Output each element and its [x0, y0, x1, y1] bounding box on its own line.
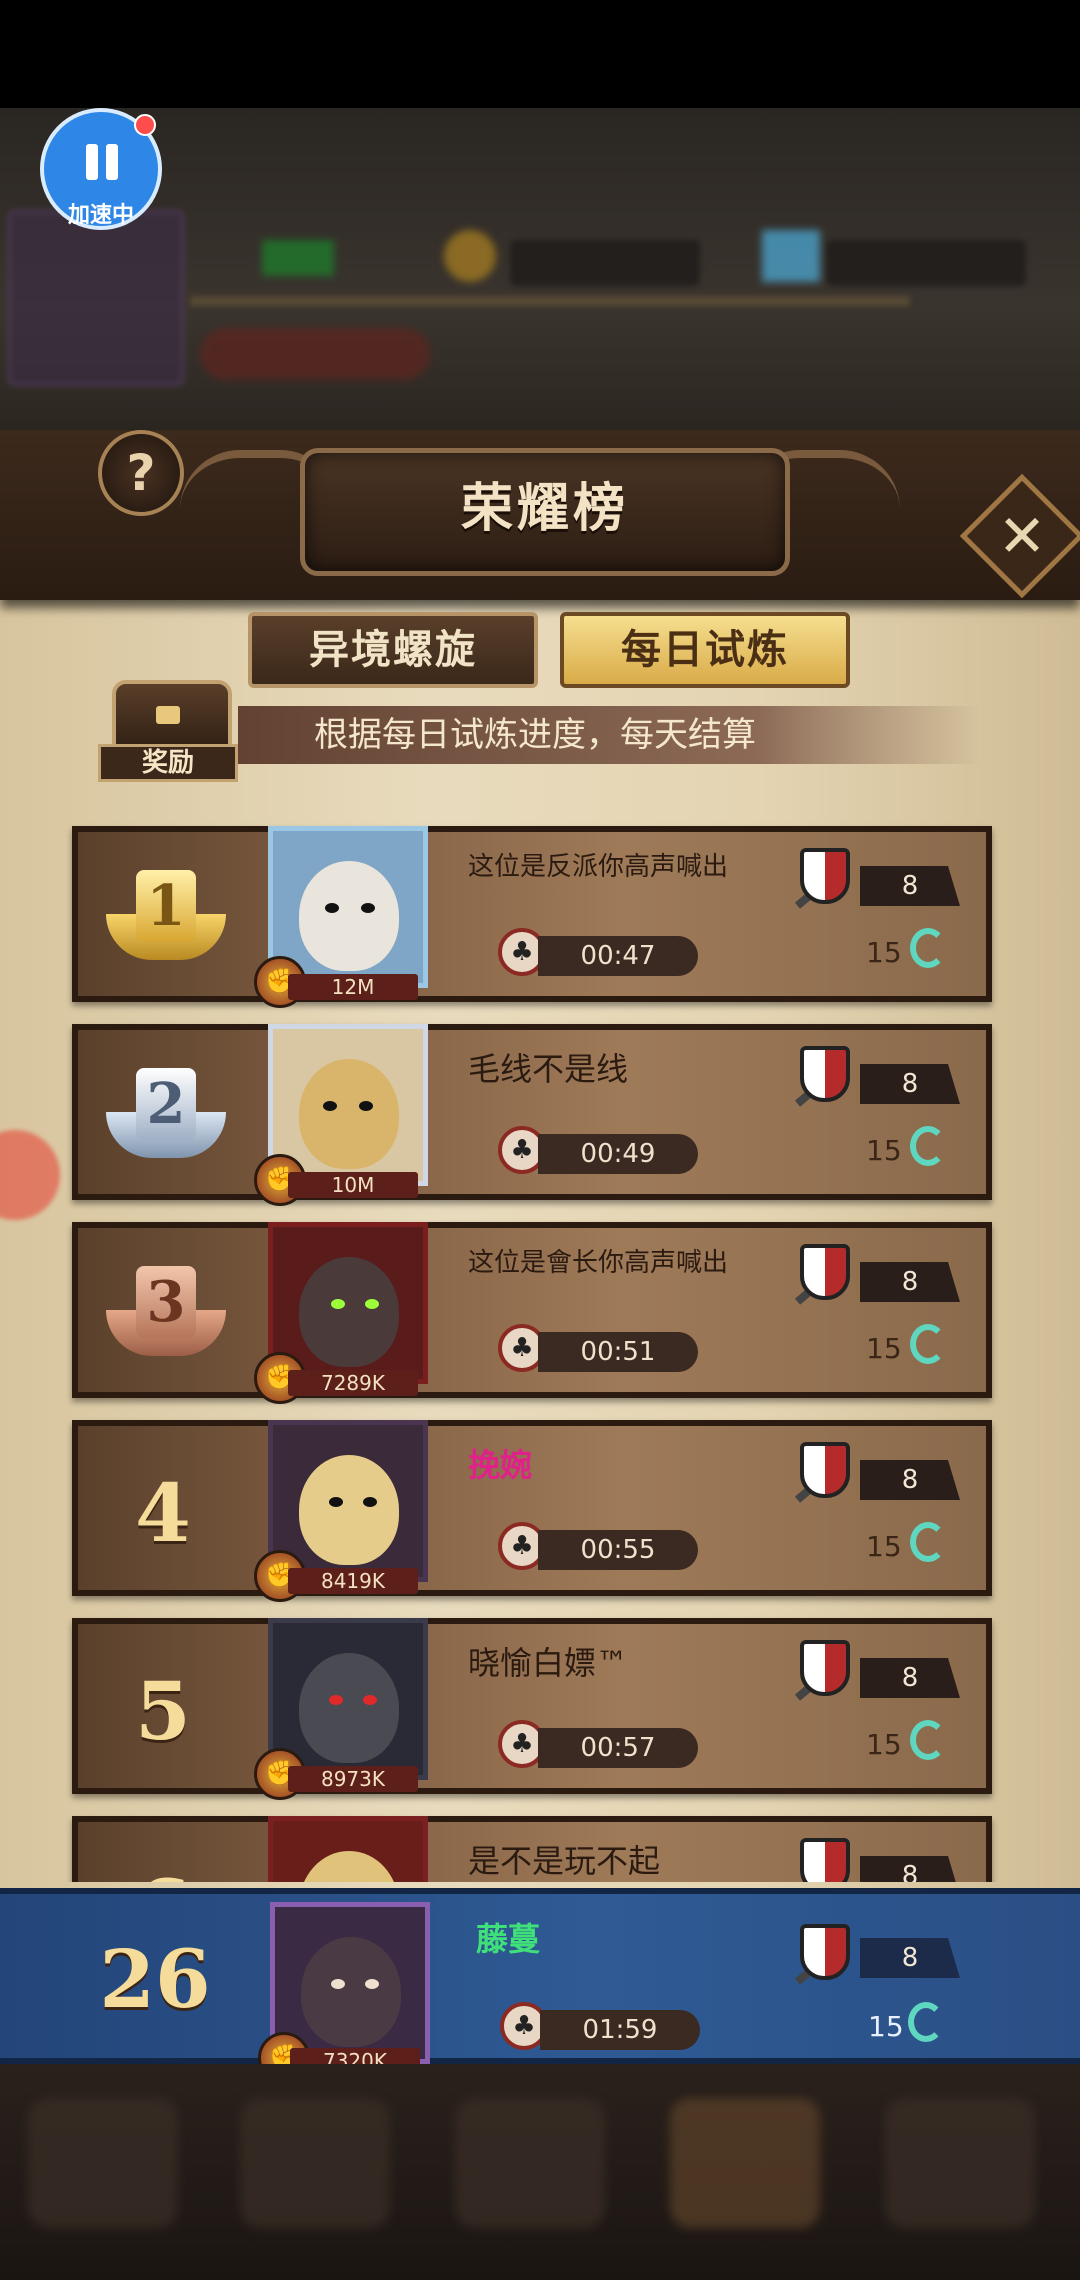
rank-row-2[interactable]: 2 ✊ 10M 毛线不是线 ♣ 00:49 8 15: [72, 1024, 992, 1206]
page-title: 荣耀榜: [460, 479, 629, 539]
player-name: 晓愉白嫖™: [468, 1644, 629, 1682]
blurred-avatar: [8, 210, 184, 386]
reward-button[interactable]: 奖励: [98, 680, 238, 782]
reward-value: 15: [866, 1728, 902, 1761]
spiral-gem-icon: [908, 2002, 944, 2042]
shield-icon: [800, 1924, 850, 1980]
player-name: 是不是玩不起: [468, 1842, 661, 1880]
clear-time: 00:49: [538, 1134, 698, 1174]
reward-label: 奖励: [98, 744, 238, 782]
blurred-gem-icon: [762, 230, 820, 282]
power-value: 8419K: [288, 1568, 418, 1594]
accelerator-label: 加速中: [67, 203, 134, 228]
reward-value: 15: [866, 936, 902, 969]
reward-value: 15: [866, 1530, 902, 1563]
floor-value: 8: [860, 1460, 960, 1500]
player-name: 这位是反派你高声喊出: [468, 852, 729, 882]
blurred-gem-bar: [826, 240, 1026, 286]
blurred-gold-bar: [510, 240, 700, 286]
floor-value: 8: [860, 1262, 960, 1302]
bronze-medal-icon: 3: [106, 1258, 226, 1362]
tab-spiral[interactable]: 异境螺旋: [248, 612, 538, 688]
power-value: 7289K: [288, 1370, 418, 1396]
accelerator-button[interactable]: 加速中: [40, 108, 162, 230]
shield-icon: [800, 1640, 850, 1696]
shield-icon: [800, 1442, 850, 1498]
player-name: 这位是會长你高声喊出: [468, 1248, 729, 1278]
shield-icon: [800, 1046, 850, 1102]
nav-item-5[interactable]: [885, 2098, 1035, 2228]
rank-row-6[interactable]: 6 是不是玩不起 8: [72, 1816, 992, 1882]
nav-item-3[interactable]: [455, 2098, 605, 2228]
notification-dot: [134, 114, 156, 136]
status-bar: [0, 0, 1080, 108]
blurred-exp-bar: [190, 296, 910, 306]
clear-time: 00:47: [538, 936, 698, 976]
blurred-pill: [200, 328, 430, 380]
reward-value: 15: [866, 1134, 902, 1167]
floor-value: 8: [860, 866, 960, 906]
spiral-gem-icon: [910, 1522, 946, 1562]
power-value: 8973K: [288, 1766, 418, 1792]
floor-value: 8: [860, 1658, 960, 1698]
my-floor-value: 8: [860, 1938, 960, 1978]
clear-time: 00:55: [538, 1530, 698, 1570]
ranking-list[interactable]: 1 ✊ 12M 这位是反派你高声喊出 ♣ 00:47 8 15 2 ✊ 10M …: [0, 820, 1080, 1882]
my-reward-value: 15: [868, 2010, 904, 2043]
nav-item-2[interactable]: [240, 2098, 390, 2228]
clear-time: 00:51: [538, 1332, 698, 1372]
nav-item-1[interactable]: [28, 2098, 178, 2228]
settlement-notice: 根据每日试炼进度，每天结算: [238, 706, 980, 764]
power-value: 10M: [288, 1172, 418, 1198]
rank-number: 6: [98, 1862, 228, 1882]
my-rank-row[interactable]: 26 ✊ 7320K 藤蔓 ♣ 01:59 8 15: [0, 1888, 1080, 2084]
close-icon: ✕: [997, 502, 1047, 570]
spiral-gem-icon: [910, 928, 946, 968]
floor-value: 8: [860, 1856, 960, 1882]
rank-number: 5: [135, 1664, 191, 1758]
clear-time: 00:57: [538, 1728, 698, 1768]
my-rank-number: 26: [99, 1932, 211, 2026]
shield-icon: [800, 848, 850, 904]
avatar[interactable]: [268, 1816, 428, 1882]
silver-medal-icon: 2: [106, 1060, 226, 1164]
my-player-name: 藤蔓: [476, 1920, 541, 1958]
rank-row-1[interactable]: 1 ✊ 12M 这位是反派你高声喊出 ♣ 00:47 8 15: [72, 826, 992, 1008]
shield-icon: [800, 1244, 850, 1300]
floor-value: 8: [860, 1064, 960, 1104]
rank-row-5[interactable]: 5 ✊ 8973K 晓愉白嫖™ ♣ 00:57 8 15: [72, 1618, 992, 1800]
pause-icon: [82, 144, 122, 180]
nav-item-4[interactable]: [670, 2098, 820, 2228]
player-name: 毛线不是线: [468, 1050, 629, 1088]
my-clear-time: 01:59: [540, 2010, 700, 2050]
spiral-gem-icon: [910, 1720, 946, 1760]
power-value: 12M: [288, 974, 418, 1000]
gold-medal-icon: 1: [106, 862, 226, 966]
spiral-gem-icon: [910, 1126, 946, 1166]
blurred-coin-icon: [444, 230, 496, 282]
spiral-gem-icon: [910, 1324, 946, 1364]
shield-icon: [800, 1838, 850, 1882]
player-name: 挽婉: [468, 1446, 533, 1484]
tab-daily-trial[interactable]: 每日试炼: [560, 612, 850, 688]
blurred-level: [262, 240, 334, 276]
help-button[interactable]: ?: [98, 430, 184, 516]
rank-row-3[interactable]: 3 ✊ 7289K 这位是會长你高声喊出 ♣ 00:51 8 15: [72, 1222, 992, 1404]
reward-value: 15: [866, 1332, 902, 1365]
rank-number: 4: [135, 1466, 191, 1560]
rank-row-4[interactable]: 4 ✊ 8419K 挽婉 ♣ 00:55 8 15: [72, 1420, 992, 1602]
